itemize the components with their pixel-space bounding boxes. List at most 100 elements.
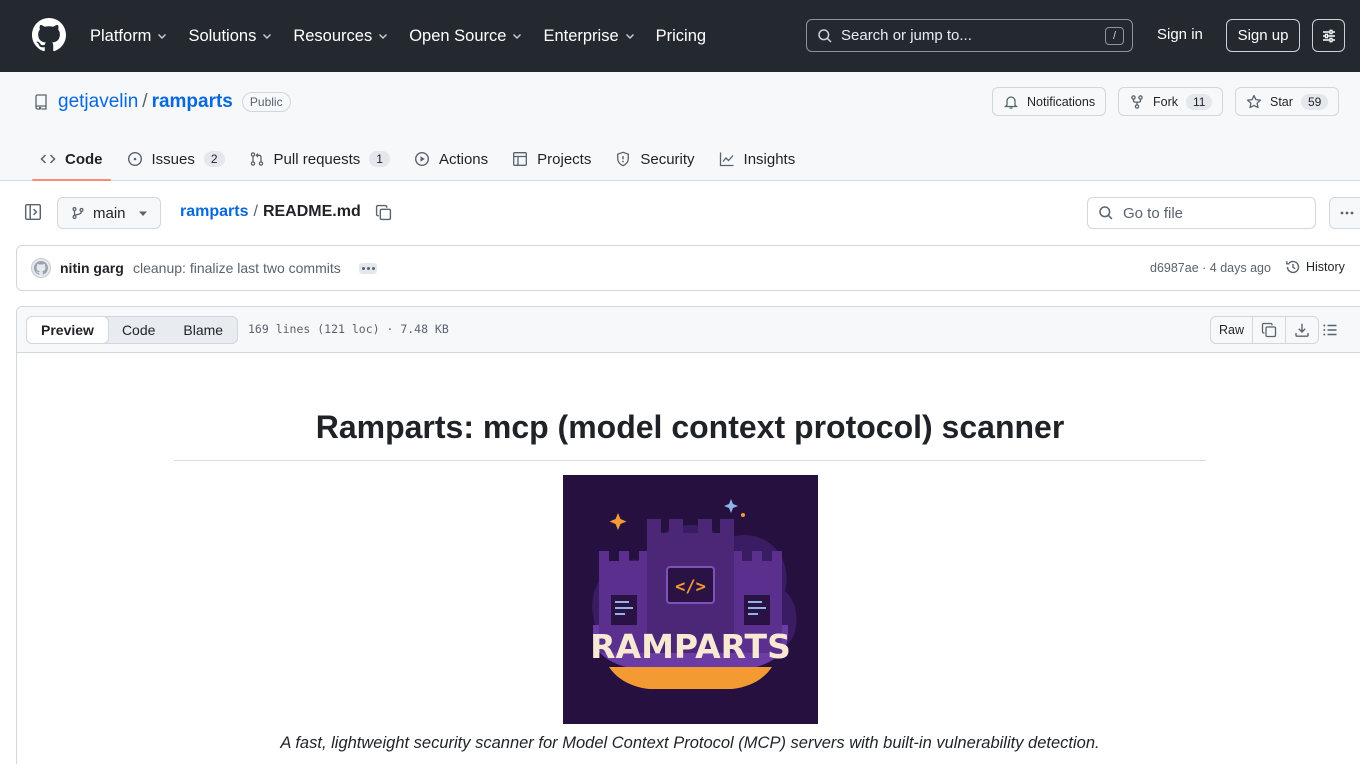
nav-item-label: Resources (293, 26, 373, 45)
breadcrumb-repo-link[interactable]: ramparts (180, 203, 248, 221)
tab-insights[interactable]: Insights (711, 145, 804, 173)
play-icon (414, 151, 429, 167)
tab-label: Security (640, 150, 695, 168)
chevron-down-icon (379, 34, 388, 39)
tab-actions[interactable]: Actions (406, 145, 496, 173)
caret-down-icon (139, 211, 147, 216)
file-viewer: Preview Code Blame 169 lines (121 loc) ·… (16, 306, 1360, 764)
copy-icon (375, 204, 392, 221)
readme-title: Ramparts: mcp (model context protocol) s… (174, 409, 1206, 461)
copy-raw-button[interactable] (1252, 317, 1285, 343)
pull-request-icon (250, 152, 263, 166)
repo-owner-link[interactable]: getjavelin (58, 91, 138, 113)
more-options-button[interactable] (1329, 197, 1360, 229)
download-icon (1295, 323, 1309, 337)
chevron-down-icon (625, 34, 634, 39)
go-to-file-input[interactable]: Go to file (1087, 197, 1316, 229)
file-toolbar: Preview Code Blame 169 lines (121 loc) ·… (17, 307, 1360, 353)
tab-label: Code (65, 150, 103, 168)
nav-item-solutions[interactable]: Solutions (188, 27, 273, 46)
star-count: 59 (1300, 93, 1329, 110)
branch-selector[interactable]: main (57, 197, 161, 229)
tab-count: 1 (369, 151, 390, 167)
search-placeholder: Search or jump to... (841, 27, 972, 44)
avatar[interactable] (31, 258, 51, 278)
star-button[interactable]: Star 59 (1235, 87, 1340, 116)
logo-wordmark: RAMPARTS (590, 627, 791, 666)
tab-label: Issues (151, 150, 195, 168)
raw-button[interactable]: Raw (1211, 317, 1252, 343)
chevron-down-icon (513, 34, 522, 39)
chevron-down-icon (263, 34, 272, 39)
github-logo-icon (34, 261, 48, 275)
breadcrumb-file: README.md (262, 203, 361, 220)
blame-tab[interactable]: Blame (169, 317, 237, 343)
repo-title: getjavelin / ramparts Public (33, 91, 291, 113)
nav-item-label: Pricing (655, 26, 707, 45)
tab-security[interactable]: Security (607, 145, 702, 173)
star-label: Star (1270, 94, 1293, 109)
nav-item-pricing[interactable]: Pricing (656, 27, 706, 46)
repo-header: getjavelin / ramparts Public Notificatio… (0, 72, 1360, 181)
tab-label: Actions (438, 150, 489, 168)
commit-message-link[interactable]: cleanup: finalize last two commits (133, 260, 341, 276)
github-logo-icon[interactable] (32, 18, 66, 52)
outline-button[interactable] (1322, 322, 1338, 338)
code-icon (40, 154, 56, 164)
file-meta: 169 lines (121 loc) · 7.48 KB (248, 322, 449, 336)
file-actions-group: Raw (1210, 316, 1320, 344)
latest-commit-bar: nitin garg cleanup: finalize last two co… (16, 245, 1360, 291)
table-icon (513, 152, 528, 166)
breadcrumb-separator: / (253, 203, 258, 220)
sign-in-link[interactable]: Sign in (1157, 26, 1203, 43)
tab-label: Projects (537, 150, 592, 168)
commit-sha-time[interactable]: d6987ae · 4 days ago (1150, 261, 1271, 275)
history-button[interactable]: History (1285, 259, 1345, 275)
search-input[interactable]: Search or jump to... / (806, 19, 1133, 52)
global-header: Platform Solutions Resources Open Source… (0, 0, 1360, 72)
file-tree-toggle-button[interactable] (22, 201, 44, 223)
fork-button[interactable]: Fork 11 (1118, 87, 1224, 116)
tab-code[interactable]: Code (32, 145, 111, 181)
nav-item-resources[interactable]: Resources (293, 27, 389, 46)
commit-author-link[interactable]: nitin garg (60, 260, 124, 276)
sign-up-button[interactable]: Sign up (1226, 19, 1300, 52)
nav-item-platform[interactable]: Platform (90, 27, 168, 46)
preview-tab[interactable]: Preview (26, 316, 109, 344)
kebab-horizontal-icon (1340, 211, 1354, 215)
chevron-down-icon (158, 34, 167, 39)
tab-issues[interactable]: Issues 2 (119, 145, 233, 173)
nav-item-label: Open Source (409, 26, 507, 45)
notifications-button[interactable]: Notifications (992, 87, 1107, 116)
keyboard-shortcut-badge: / (1105, 27, 1124, 45)
star-icon (1246, 94, 1262, 108)
issue-icon (127, 151, 142, 167)
tab-pull-requests[interactable]: Pull requests 1 (241, 145, 398, 173)
code-tab[interactable]: Code (108, 317, 169, 343)
repo-icon (35, 94, 47, 110)
shield-icon (617, 151, 630, 167)
nav-item-open-source[interactable]: Open Source (409, 27, 523, 46)
branch-icon (72, 207, 84, 219)
go-to-file-placeholder: Go to file (1123, 204, 1184, 222)
bell-icon (1003, 95, 1019, 109)
ramparts-logo-image[interactable]: </> RAMPARTS (563, 475, 818, 724)
tab-projects[interactable]: Projects (504, 145, 599, 173)
copy-path-button[interactable] (375, 204, 392, 221)
nav-item-enterprise[interactable]: Enterprise (543, 27, 635, 46)
nav-item-label: Enterprise (543, 26, 619, 45)
view-mode-toggle: Preview Code Blame (26, 316, 239, 344)
tab-label: Pull requests (273, 150, 361, 168)
settings-menu-button[interactable] (1312, 19, 1345, 52)
sliders-icon (1322, 29, 1335, 42)
download-raw-button[interactable] (1285, 317, 1318, 343)
fork-label: Fork (1153, 94, 1178, 109)
repo-title-separator: / (142, 91, 148, 112)
repo-name-link[interactable]: ramparts (152, 91, 233, 113)
svg-text:</>: </> (675, 577, 706, 597)
breadcrumb: ramparts / README.md (180, 203, 361, 221)
history-icon (1286, 260, 1300, 274)
expand-commit-message-button[interactable] (359, 263, 377, 274)
top-nav: Platform Solutions Resources Open Source… (90, 24, 726, 48)
tab-label: Insights (743, 150, 796, 168)
